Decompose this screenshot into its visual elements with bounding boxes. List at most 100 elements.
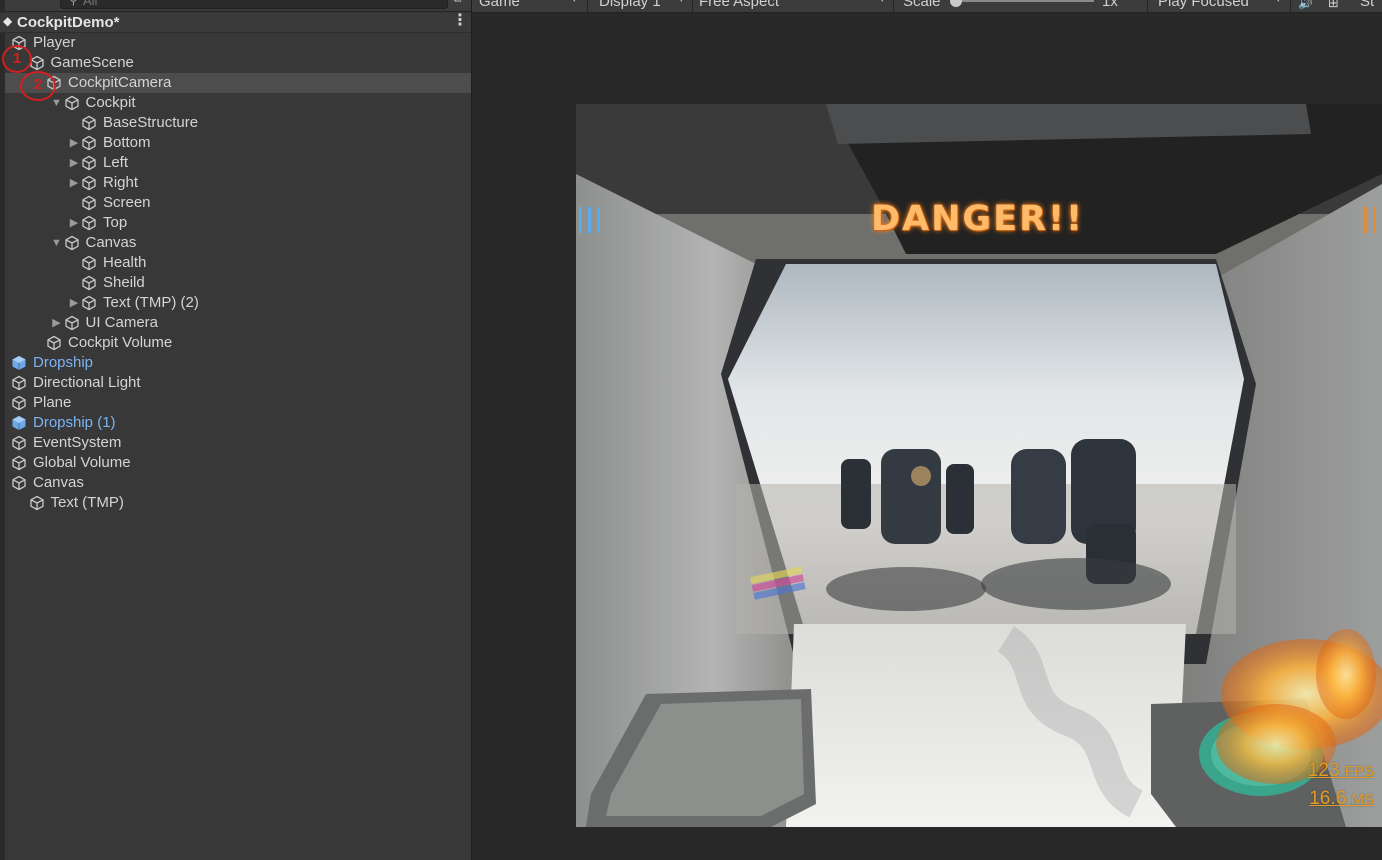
hierarchy-item-label: Left [103, 154, 129, 171]
chevron-down-icon: ▾ [679, 0, 684, 5]
hierarchy-item-gamescene[interactable]: GameScene [5, 53, 471, 73]
hierarchy-item-health[interactable]: Health [5, 253, 471, 273]
hierarchy-item-right[interactable]: ▶ Right [5, 173, 471, 193]
hierarchy-item-cockpit-volume[interactable]: Cockpit Volume [5, 333, 471, 353]
play-mode-dropdown[interactable]: Play Focused [1158, 0, 1249, 10]
gameobject-cube-icon [81, 155, 97, 171]
unity-scene-icon: ◆ [3, 14, 13, 28]
hierarchy-item-canvas[interactable]: Canvas [5, 473, 471, 493]
hierarchy-item-sheild[interactable]: Sheild [5, 273, 471, 293]
fire-effect [1316, 629, 1376, 719]
view-dropdown[interactable]: Game [479, 0, 520, 10]
hierarchy-item-screen[interactable]: Screen [5, 193, 471, 213]
fps-unit: FPS [1344, 763, 1374, 780]
game-view-toolbar: Game ▾ Display 1 ▾ Free Aspect ▾ Scale 1… [472, 0, 1382, 13]
gameobject-cube-icon [11, 435, 27, 451]
hierarchy-toolbar: ⚲ ⧉ [5, 0, 471, 12]
gameobject-cube-icon [81, 195, 97, 211]
ground-horizon [736, 484, 1236, 634]
hierarchy-item-canvas[interactable]: ▼ Canvas [5, 233, 471, 253]
annotation-circle-2: 2 [20, 71, 56, 101]
hierarchy-item-text-tmp-2[interactable]: ▶ Text (TMP) (2) [5, 293, 471, 313]
hierarchy-panel: ⚲ ⧉ ◆ CockpitDemo* ⋮ Player GameScene Cock… [0, 0, 472, 860]
collapse-right-arrow-icon[interactable]: ▶ [68, 133, 80, 153]
hierarchy-item-label: Plane [33, 394, 72, 411]
hierarchy-item-label: Sheild [103, 274, 145, 291]
collapse-right-arrow-icon[interactable]: ▶ [68, 293, 80, 313]
collapse-right-arrow-icon[interactable]: ▶ [68, 173, 80, 193]
hierarchy-item-label: Player [33, 34, 76, 51]
hierarchy-item-basestructure[interactable]: BaseStructure [5, 113, 471, 133]
scale-slider-handle[interactable] [950, 0, 962, 7]
toolbar-divider [692, 0, 693, 12]
hierarchy-item-label: Directional Light [33, 374, 141, 391]
gameobject-cube-icon [11, 455, 27, 471]
gameobject-cube-icon [64, 235, 80, 251]
hierarchy-item-label: Health [103, 254, 147, 271]
gizmos-grid-icon[interactable]: ⊞ [1328, 0, 1339, 11]
hierarchy-item-plane[interactable]: Plane [5, 393, 471, 413]
hierarchy-item-label: GameScene [50, 54, 134, 71]
hierarchy-item-label: Cockpit [85, 94, 136, 111]
hierarchy-item-label: Canvas [33, 474, 84, 491]
ms-value: 16.6 [1309, 788, 1347, 809]
gameobject-cube-icon [81, 255, 97, 271]
stats-button[interactable]: St [1360, 0, 1374, 10]
collapse-right-arrow-icon[interactable]: ▶ [68, 153, 80, 173]
gameobject-cube-icon [81, 175, 97, 191]
gameobject-cube-icon [81, 115, 97, 131]
hierarchy-item-label: UI Camera [85, 314, 159, 331]
scale-label: Scale [903, 0, 941, 10]
prefab-cube-icon [11, 415, 27, 431]
game-viewport[interactable]: DANGER!! 123 FPS 16.6 MS [576, 104, 1382, 827]
kebab-menu-icon[interactable]: ⋮ [452, 13, 468, 31]
toolbar-divider [1147, 0, 1148, 12]
scale-slider-track[interactable] [958, 0, 1094, 2]
hierarchy-item-directional-light[interactable]: Directional Light [5, 373, 471, 393]
hierarchy-item-ui-camera[interactable]: ▶ UI Camera [5, 313, 471, 333]
hierarchy-item-label: Top [103, 214, 128, 231]
hierarchy-item-left[interactable]: ▶ Left [5, 153, 471, 173]
search-input[interactable] [83, 0, 433, 8]
mute-audio-icon[interactable]: 🔊 [1298, 0, 1313, 10]
hierarchy-item-cockpitcamera[interactable]: CockpitCamera [5, 73, 471, 93]
scene-title: CockpitDemo* [17, 14, 120, 31]
ms-unit: MS [1351, 791, 1375, 808]
fps-readout: 123 FPS [1294, 757, 1374, 785]
fps-value: 123 [1307, 760, 1340, 781]
collapse-right-arrow-icon[interactable]: ▶ [51, 313, 63, 333]
ground-shadow [981, 558, 1171, 610]
chevron-down-icon: ▾ [572, 0, 577, 5]
expand-down-arrow-icon[interactable]: ▼ [51, 233, 63, 253]
prefab-cube-icon [11, 355, 27, 371]
collapse-right-arrow-icon[interactable]: ▶ [68, 213, 80, 233]
hierarchy-item-label: EventSystem [33, 434, 122, 451]
hierarchy-item-text-tmp[interactable]: Text (TMP) [5, 493, 471, 513]
hierarchy-item-label: Text (TMP) (2) [103, 294, 199, 311]
hierarchy-item-dropship[interactable]: Dropship [5, 353, 471, 373]
aspect-dropdown[interactable]: Free Aspect [699, 0, 779, 10]
hierarchy-item-label: BaseStructure [103, 114, 199, 131]
gameobject-cube-icon [11, 375, 27, 391]
gameobject-cube-icon [11, 395, 27, 411]
annotation-circle-1: 1 [2, 45, 32, 73]
scene-header[interactable]: ◆ CockpitDemo* ⋮ [0, 13, 471, 33]
hierarchy-view-toggle-icon[interactable]: ⧉ [453, 0, 467, 5]
hierarchy-item-dropship-1[interactable]: Dropship (1) [5, 413, 471, 433]
hierarchy-item-eventsystem[interactable]: EventSystem [5, 433, 471, 453]
expand-down-arrow-icon[interactable]: ▼ [51, 93, 63, 113]
hierarchy-item-cockpit[interactable]: ▼ Cockpit [5, 93, 471, 113]
search-icon: ⚲ [69, 0, 78, 7]
fps-stats-overlay: 123 FPS 16.6 MS [1294, 757, 1374, 813]
gameobject-cube-icon [81, 275, 97, 291]
display-dropdown[interactable]: Display 1 [599, 0, 661, 10]
gameobject-cube-icon [46, 335, 62, 351]
hierarchy-item-top[interactable]: ▶ Top [5, 213, 471, 233]
hierarchy-item-global-volume[interactable]: Global Volume [5, 453, 471, 473]
hierarchy-item-player[interactable]: Player [5, 33, 471, 53]
hierarchy-item-label: Dropship [33, 354, 94, 371]
gameobject-cube-icon [81, 215, 97, 231]
hierarchy-item-bottom[interactable]: ▶ Bottom [5, 133, 471, 153]
toolbar-divider [1290, 0, 1291, 12]
search-box[interactable]: ⚲ [60, 0, 448, 9]
